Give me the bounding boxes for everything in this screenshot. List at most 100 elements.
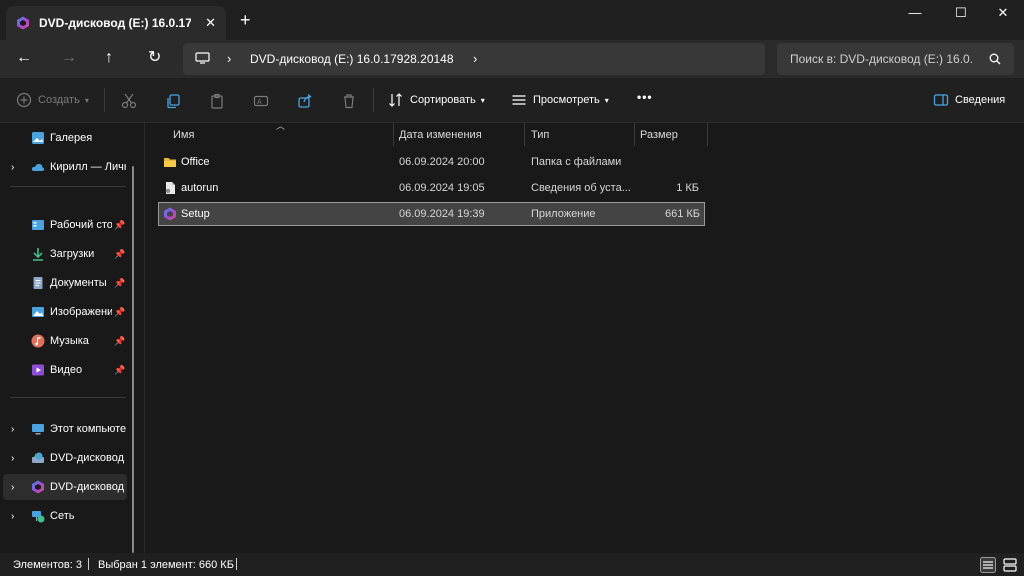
sidebar-item-label: Кирилл — Личный xyxy=(50,161,126,173)
up-button[interactable]: ↑ xyxy=(105,49,113,67)
file-size: 661 КБ xyxy=(664,208,700,220)
status-bar: Элементов: 3 Выбран 1 элемент: 660 КБ xyxy=(0,553,1024,576)
pin-icon[interactable]: 📌 xyxy=(114,220,125,231)
expand-chevron-icon[interactable]: › xyxy=(11,453,14,464)
items-count: Элементов: 3 xyxy=(13,559,82,571)
sidebar-item-gallery[interactable]: Галерея xyxy=(0,125,132,151)
explorer-tab[interactable]: DVD-дисковод (E:) 16.0.17928.20148 ✕ xyxy=(6,6,226,40)
office-logo-icon xyxy=(17,16,29,30)
cut-icon[interactable] xyxy=(121,93,137,109)
file-name: Office xyxy=(181,156,210,168)
sidebar-item-music[interactable]: Музыка 📌 xyxy=(0,328,132,354)
pane-splitter[interactable] xyxy=(144,123,145,553)
file-name: autorun xyxy=(181,182,219,194)
breadcrumb-current[interactable]: DVD-дисковод (E:) 16.0.17928.20148 xyxy=(250,52,454,66)
sidebar-item-desktop[interactable]: Рабочий стол 📌 xyxy=(0,212,132,238)
sidebar-item-this-pc[interactable]: › Этот компьютер xyxy=(0,416,132,442)
sidebar-item-label: Галерея xyxy=(50,132,93,144)
pin-icon[interactable]: 📌 xyxy=(114,278,125,289)
column-separator[interactable] xyxy=(393,123,394,146)
view-button[interactable]: Просмотреть ▾ xyxy=(511,92,609,108)
sidebar-divider xyxy=(10,186,126,187)
toolbar-divider xyxy=(104,88,105,112)
column-separator[interactable] xyxy=(524,123,525,146)
sort-icon xyxy=(389,93,402,107)
sidebar-item-documents[interactable]: Документы 📌 xyxy=(0,270,132,296)
expand-chevron-icon[interactable]: › xyxy=(11,511,14,522)
sidebar-item-network[interactable]: › Сеть xyxy=(0,503,132,529)
sidebar-item-dvd-e[interactable]: › DVD-дисковод (E:) xyxy=(3,474,127,500)
file-row-autorun[interactable]: autorun 06.09.2024 19:05 Сведения об уст… xyxy=(159,177,703,199)
paste-icon[interactable] xyxy=(209,93,225,109)
delete-icon[interactable] xyxy=(341,93,357,109)
file-row-setup[interactable]: Setup 06.09.2024 19:39 Приложение 661 КБ xyxy=(158,202,705,226)
create-button[interactable]: Создать ▾ xyxy=(16,92,89,108)
forward-button[interactable]: → xyxy=(61,49,77,67)
sidebar-scrollbar[interactable] xyxy=(132,166,134,553)
office-setup-icon xyxy=(164,207,176,221)
expand-chevron-icon[interactable]: › xyxy=(11,482,14,493)
breadcrumb-chevron-icon[interactable]: › xyxy=(473,51,477,66)
sidebar-item-label: Этот компьютер xyxy=(50,423,126,435)
network-icon xyxy=(32,511,45,523)
file-type: Приложение xyxy=(531,208,596,220)
desktop-icon xyxy=(32,220,44,230)
title-bar: DVD-дисковод (E:) 16.0.17928.20148 ✕ + —… xyxy=(0,0,1024,40)
column-header-date[interactable]: Дата изменения xyxy=(399,123,482,146)
chevron-down-icon: ▾ xyxy=(84,95,89,105)
minimize-button[interactable]: — xyxy=(895,5,935,25)
pin-icon[interactable]: 📌 xyxy=(114,365,125,376)
details-pane-button[interactable]: Сведения xyxy=(933,92,1005,108)
pin-icon[interactable]: 📌 xyxy=(114,336,125,347)
share-icon[interactable] xyxy=(297,93,313,109)
search-input[interactable]: Поиск в: DVD-дисковод (E:) 16.0.17928.20… xyxy=(777,43,1014,75)
tab-close-icon[interactable]: ✕ xyxy=(205,15,216,31)
column-separator[interactable] xyxy=(707,123,708,146)
details-view-icon[interactable] xyxy=(980,557,996,573)
sidebar-item-dvd-d[interactable]: › DVD-дисковод (D:) xyxy=(0,445,132,471)
search-icon[interactable] xyxy=(989,53,1001,65)
sidebar-item-downloads[interactable]: Загрузки 📌 xyxy=(0,241,132,267)
sidebar-item-label: DVD-дисковод (D:) xyxy=(50,452,126,464)
plus-circle-icon xyxy=(16,92,32,108)
command-bar: Создать ▾ A Сортировать ▾ Просмотреть ▾ … xyxy=(0,78,1024,123)
copy-icon[interactable] xyxy=(165,93,181,109)
monitor-icon xyxy=(195,52,210,64)
pin-icon[interactable]: 📌 xyxy=(114,307,125,318)
column-header-size[interactable]: Размер xyxy=(640,123,678,146)
sort-button[interactable]: Сортировать ▾ xyxy=(388,92,485,108)
back-button[interactable]: ← xyxy=(16,49,32,67)
column-separator[interactable] xyxy=(634,123,635,146)
expand-chevron-icon[interactable]: › xyxy=(11,424,14,435)
tiles-view-icon[interactable] xyxy=(1002,557,1018,573)
maximize-button[interactable]: ☐ xyxy=(941,5,981,25)
pin-icon[interactable]: 📌 xyxy=(114,249,125,260)
more-options-button[interactable]: ••• xyxy=(637,90,653,104)
tab-title: DVD-дисковод (E:) 16.0.17928.20148 xyxy=(39,16,191,30)
gallery-icon xyxy=(32,132,44,144)
documents-icon xyxy=(33,277,43,289)
file-size: 1 КБ xyxy=(676,182,699,194)
breadcrumb-chevron-icon[interactable]: › xyxy=(227,51,231,66)
navigation-pane: Галерея › Кирилл — Личный Рабочий стол 📌… xyxy=(0,123,142,553)
expand-chevron-icon[interactable]: › xyxy=(11,162,14,173)
search-placeholder: Поиск в: DVD-дисковод (E:) 16.0.17928.20… xyxy=(790,52,973,66)
sidebar-item-onedrive[interactable]: › Кирилл — Личный xyxy=(0,154,132,180)
column-header-name[interactable]: Имя xyxy=(173,123,194,146)
sort-label: Сортировать xyxy=(410,94,476,106)
close-window-button[interactable]: ✕ xyxy=(983,5,1023,25)
sidebar-item-label: Рабочий стол xyxy=(50,219,112,231)
file-row-office[interactable]: Office 06.09.2024 20:00 Папка с файлами xyxy=(159,151,703,173)
sort-ascending-icon: ︿ xyxy=(276,121,286,131)
file-name: Setup xyxy=(181,208,210,220)
new-tab-button[interactable]: + xyxy=(240,11,251,29)
details-pane-icon xyxy=(933,94,949,106)
sidebar-item-videos[interactable]: Видео 📌 xyxy=(0,357,132,383)
sidebar-divider xyxy=(10,397,126,398)
address-box[interactable]: › DVD-дисковод (E:) 16.0.17928.20148 › xyxy=(183,43,765,75)
column-header-type[interactable]: Тип xyxy=(531,123,549,146)
sidebar-item-pictures[interactable]: Изображения 📌 xyxy=(0,299,132,325)
refresh-button[interactable]: ↻ xyxy=(148,49,161,67)
sidebar-item-label: Загрузки xyxy=(50,248,95,260)
rename-icon[interactable]: A xyxy=(253,93,269,109)
